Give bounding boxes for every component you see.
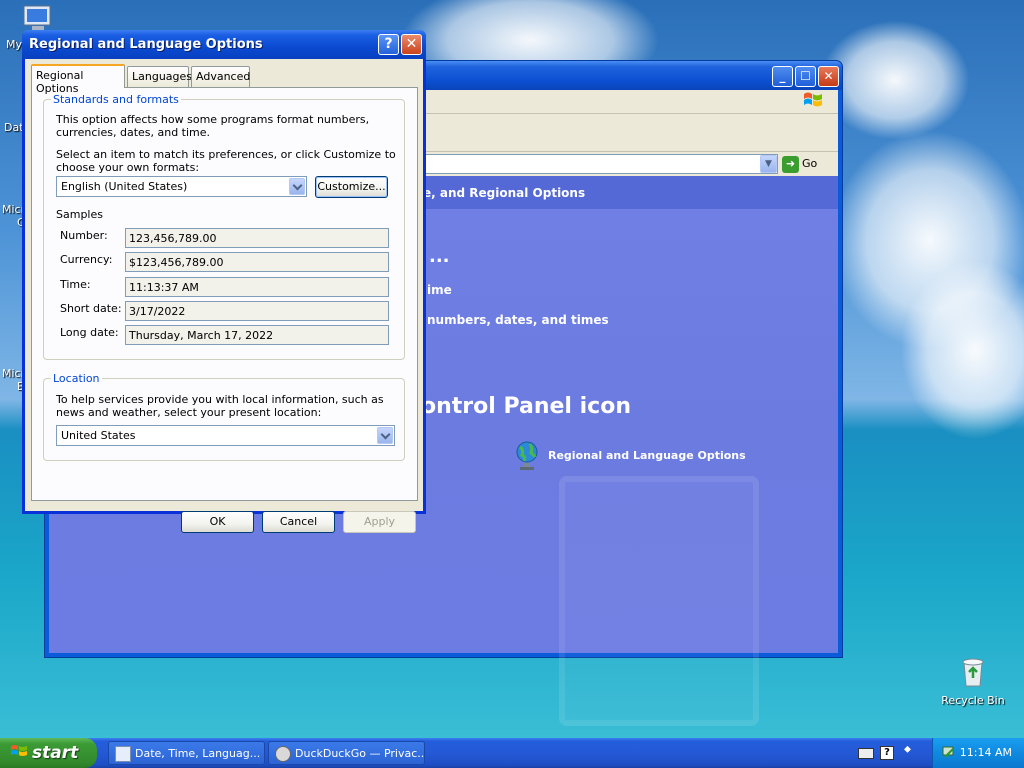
sample-short-date-value: 3/17/2022	[125, 301, 389, 321]
tab-page: Standards and formats This option affect…	[31, 87, 418, 501]
apply-button[interactable]: Apply	[343, 511, 416, 533]
taskbar-item-date-time[interactable]: Date, Time, Languag...	[108, 741, 265, 765]
cloud	[900, 260, 1024, 440]
dialog-body: Regional Options Languages Advanced Stan…	[25, 59, 423, 533]
chevron-down-icon[interactable]	[289, 178, 305, 195]
clock[interactable]: 11:14 AM	[960, 746, 1012, 759]
sample-time-value: 11:13:37 AM	[125, 277, 389, 297]
address-dropdown-button[interactable]: ▼	[760, 155, 777, 173]
recycle-bin-label: Recycle Bin	[941, 694, 1005, 707]
globe-icon	[516, 441, 538, 470]
dialog-titlebar[interactable]: Regional and Language Options ? ✕	[22, 30, 426, 59]
taskbar-item-duckduckgo[interactable]: DuckDuckGo — Privac...	[268, 741, 425, 765]
sample-long-date-value: Thursday, March 17, 2022	[125, 325, 389, 345]
location-group-title: Location	[51, 372, 102, 385]
sample-label: Time:	[60, 278, 91, 291]
sample-label: Short date:	[60, 302, 122, 315]
watermark-graphic	[559, 476, 759, 726]
ok-button[interactable]: OK	[181, 511, 254, 533]
desktop-icon-label[interactable]: Dat	[4, 121, 24, 134]
regional-options-link[interactable]: Regional and Language Options	[514, 441, 754, 470]
taskbar: start Date, Time, Languag... DuckDuckGo …	[0, 738, 1024, 768]
tab-languages[interactable]: Languages	[127, 66, 192, 87]
minimize-button[interactable]: _	[772, 66, 793, 87]
task-heading: ...	[429, 246, 450, 267]
keyboard-icon[interactable]	[858, 748, 874, 759]
standards-group: Standards and formats This option affect…	[43, 93, 405, 360]
tab-regional-options[interactable]: Regional Options	[31, 64, 125, 95]
desktop-icon-label: My	[6, 38, 23, 51]
help-button[interactable]: ?	[378, 34, 399, 55]
location-select-value: United States	[61, 429, 136, 442]
help-icon[interactable]: ?	[880, 746, 894, 760]
category-title: e, and Regional Options	[423, 186, 586, 200]
samples-heading: Samples	[56, 208, 103, 221]
recycle-bin-icon	[962, 658, 984, 687]
system-tray: 11:14 AM	[932, 738, 1024, 768]
cancel-button[interactable]: Cancel	[262, 511, 335, 533]
dialog-title: Regional and Language Options	[29, 37, 263, 52]
regional-language-dialog[interactable]: Regional and Language Options ? ✕ Region…	[22, 30, 426, 533]
location-description: To help services provide you with local …	[56, 393, 384, 419]
control-panel-icon	[115, 746, 131, 762]
task-link-time[interactable]: ime	[427, 283, 452, 297]
format-select-value: English (United States)	[61, 180, 188, 193]
maximize-button[interactable]: ☐	[795, 66, 816, 87]
sample-label: Long date:	[60, 326, 119, 339]
standards-description: This option affects how some programs fo…	[56, 113, 370, 139]
windows-logo-icon	[804, 92, 822, 107]
sample-currency-value: $123,456,789.00	[125, 252, 389, 272]
pick-icon-heading: ontrol Panel icon	[421, 394, 631, 419]
sample-label: Number:	[60, 229, 108, 242]
location-select[interactable]: United States	[56, 425, 395, 446]
close-button[interactable]: ✕	[401, 34, 422, 55]
format-select[interactable]: English (United States)	[56, 176, 307, 197]
taskbar-item-label: Date, Time, Languag...	[135, 747, 261, 760]
sample-label: Currency:	[60, 253, 113, 266]
desktop-icon-recycle-bin[interactable]: Recycle Bin	[938, 656, 1008, 707]
taskbar-item-label: DuckDuckGo — Privac...	[295, 747, 425, 760]
close-button[interactable]: ✕	[818, 66, 839, 87]
location-group: Location To help services provide you wi…	[43, 372, 405, 461]
tab-advanced[interactable]: Advanced	[191, 66, 250, 87]
regional-options-link-label: Regional and Language Options	[548, 449, 746, 462]
go-arrow-icon: ➜	[782, 155, 799, 173]
chevron-down-icon[interactable]	[377, 427, 393, 444]
start-label: start	[32, 743, 79, 763]
go-button[interactable]: ➜ Go	[782, 155, 826, 173]
browser-icon	[275, 746, 291, 762]
task-link-formats[interactable]: numbers, dates, and times	[427, 313, 609, 327]
sample-number-value: 123,456,789.00	[125, 228, 389, 248]
desktop-icon-my-computer[interactable]: My	[0, 0, 51, 60]
select-format-description: Select an item to match its preferences,…	[56, 148, 396, 174]
speaker-icon[interactable]: ⬥	[904, 744, 914, 760]
start-button[interactable]: start	[0, 738, 97, 768]
windows-flag-icon	[11, 745, 27, 756]
network-icon[interactable]	[941, 745, 957, 761]
customize-button[interactable]: Customize...	[315, 176, 388, 198]
